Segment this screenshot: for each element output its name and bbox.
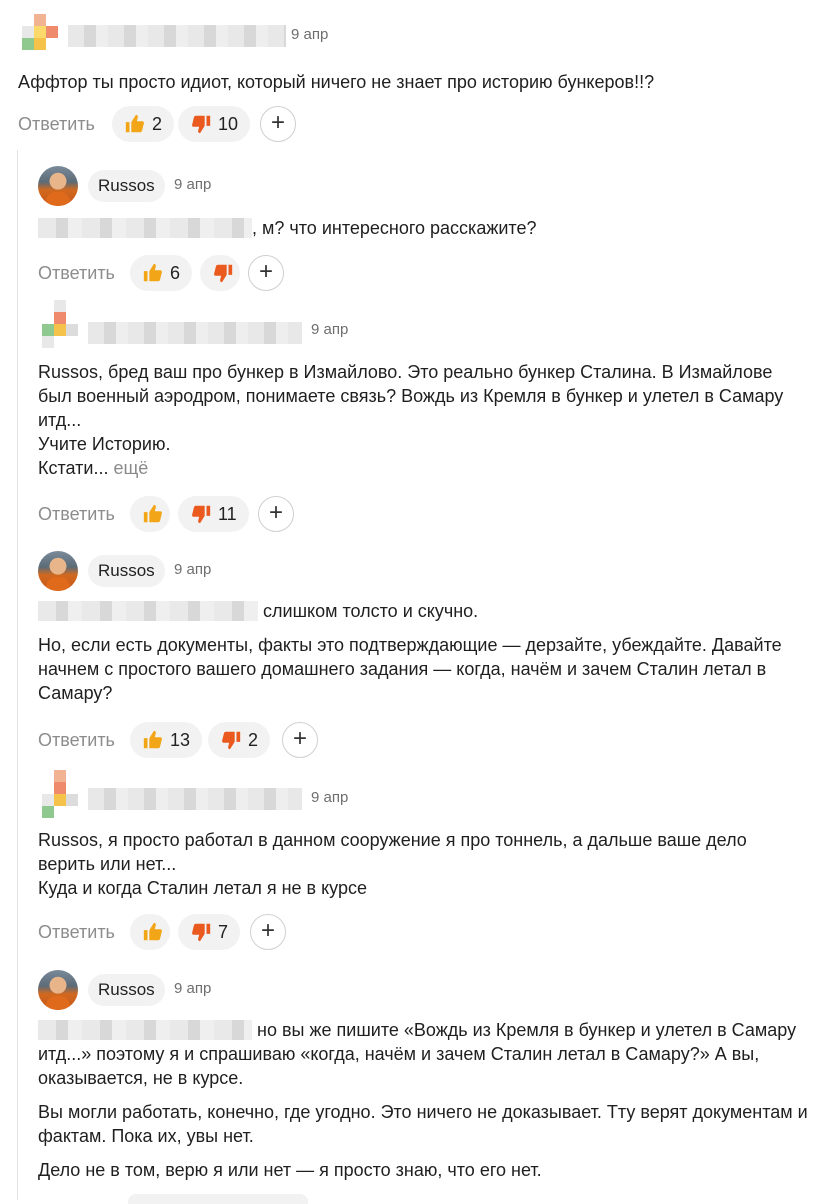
dislike-count: 10 (218, 113, 239, 134)
dislike-button[interactable]: 10 (178, 106, 251, 142)
dislike-button[interactable]: 2 (208, 722, 271, 758)
like-count: 13 (170, 729, 191, 750)
dislike-count: 7 (218, 921, 229, 942)
comment-text: Дело не в том, верю я или нет — я просто… (38, 1160, 542, 1180)
avatar[interactable] (38, 970, 78, 1010)
avatar[interactable] (38, 166, 78, 206)
comment-text: Вы могли работать, конечно, где угодно. … (38, 1102, 808, 1146)
dislike-button[interactable]: 11 (178, 496, 249, 532)
thumbs-up-icon (143, 504, 162, 523)
dislike-button[interactable]: 7 (178, 914, 241, 950)
like-button[interactable] (130, 496, 170, 532)
add-reaction-icon: + (258, 258, 273, 285)
reply-button[interactable]: Ответить (38, 504, 115, 525)
thumbs-up-icon (143, 263, 162, 282)
avatar[interactable] (38, 551, 78, 591)
thumbs-down-icon (192, 923, 211, 942)
comment-text: , м? что интересного расскажите? (38, 216, 808, 240)
add-reaction-button[interactable]: + (260, 106, 296, 142)
comment-text: Аффтор ты просто идиот, который ничего н… (18, 72, 655, 92)
thumbs-up-icon (143, 730, 162, 749)
author-name-redacted[interactable] (88, 788, 302, 810)
thumbs-down-icon (192, 115, 211, 134)
comment-text: Но, если есть документы, факты это подтв… (38, 635, 782, 703)
add-reaction-button[interactable]: + (282, 722, 318, 758)
comment-date: 9 апр (174, 980, 212, 997)
thumbs-up-icon (143, 922, 162, 941)
like-button[interactable]: 6 (130, 255, 193, 291)
comment-text: Учите Историю. (38, 434, 171, 454)
reply-button[interactable]: Ответить (38, 730, 115, 751)
thumbs-down-icon (222, 731, 241, 750)
comment-text: Russos, бред ваш про бункер в Измайлово.… (38, 362, 784, 430)
author-name[interactable]: Russos (88, 170, 165, 202)
avatar[interactable] (38, 300, 82, 348)
comment-text: Куда и когда Сталин летал я не в курсе (38, 878, 368, 898)
comment-date: 9 апр (311, 321, 349, 338)
comment: Russos 9 апр , м? что интересного расска… (38, 164, 808, 291)
comment-date: 9 апр (174, 561, 212, 578)
like-button[interactable]: 13 (130, 722, 203, 758)
thread-line (17, 150, 18, 1200)
comment-date: 9 апр (311, 789, 349, 806)
comment: 9 апр Russos, бред ваш про бункер в Изма… (38, 300, 808, 532)
comment-date: 9 апр (291, 26, 329, 43)
show-more-link[interactable]: ещё (113, 458, 148, 478)
next-actions-partial (128, 1194, 308, 1204)
avatar[interactable] (38, 770, 82, 818)
like-count: 6 (170, 262, 181, 283)
author-name[interactable]: Russos (88, 974, 165, 1006)
like-button[interactable] (130, 914, 170, 950)
add-reaction-icon: + (268, 499, 283, 526)
thumbs-down-icon (214, 264, 233, 283)
comment: 9 апр Russos, я просто работал в данном … (38, 770, 808, 950)
add-reaction-button[interactable]: + (250, 914, 286, 950)
redacted-text (38, 601, 258, 621)
comment: 9 апр Аффтор ты просто идиот, который ни… (18, 14, 808, 142)
comment-text: Кстати... ещё (38, 458, 149, 478)
author-name[interactable]: Russos (88, 555, 165, 587)
add-reaction-icon: + (270, 109, 285, 136)
add-reaction-button[interactable]: + (258, 496, 294, 532)
dislike-count: 11 (218, 503, 237, 524)
comment-text: слишком толсто и скучно. (38, 599, 808, 623)
comment-text: но вы же пишите «Вождь из Кремля в бунке… (38, 1020, 797, 1088)
comment-date: 9 апр (174, 176, 212, 193)
comment: Russos 9 апр слишком толсто и скучно. Но… (38, 549, 808, 758)
thumbs-down-icon (192, 505, 211, 524)
comment: Russos 9 апр но вы же пишите «Вождь из К… (38, 968, 808, 1204)
redacted-text (38, 218, 252, 238)
thumbs-up-icon (125, 114, 144, 133)
reply-button[interactable]: Ответить (38, 922, 115, 943)
avatar[interactable] (18, 14, 62, 58)
author-name-redacted[interactable] (68, 25, 286, 47)
reply-button[interactable]: Ответить (38, 263, 115, 284)
dislike-count: 2 (248, 729, 259, 750)
comment-text: Russos, я просто работал в данном сооруж… (38, 830, 747, 874)
add-reaction-button[interactable]: + (248, 255, 284, 291)
redacted-text (38, 1020, 252, 1040)
dislike-button[interactable] (200, 255, 240, 291)
like-button[interactable]: 2 (112, 106, 175, 142)
add-reaction-icon: + (260, 917, 275, 944)
like-count: 2 (152, 113, 163, 134)
author-name-redacted[interactable] (88, 322, 302, 344)
reply-button[interactable]: Ответить (18, 114, 95, 135)
add-reaction-icon: + (292, 725, 307, 752)
